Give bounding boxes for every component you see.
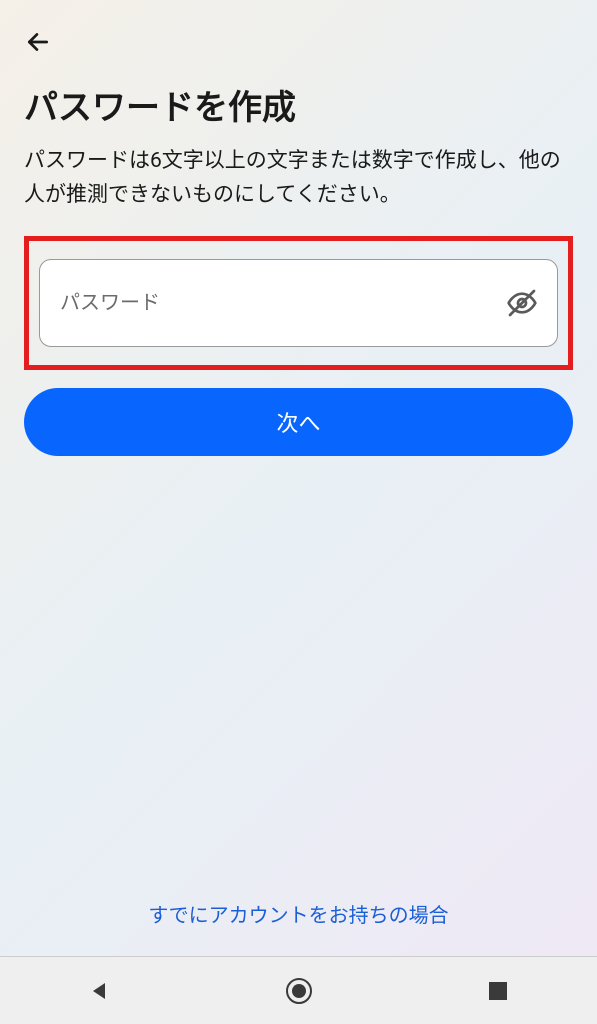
system-navigation-bar <box>0 956 597 1024</box>
back-arrow-icon[interactable] <box>24 28 52 56</box>
password-highlight-box <box>24 236 573 370</box>
password-input-wrapper[interactable] <box>39 259 558 347</box>
existing-account-link[interactable]: すでにアカウントをお持ちの場合 <box>24 899 573 928</box>
page-title: パスワードを作成 <box>24 80 573 129</box>
nav-home-icon[interactable] <box>269 961 329 1021</box>
next-button[interactable]: 次へ <box>24 388 573 456</box>
nav-recent-icon[interactable] <box>468 961 528 1021</box>
eye-off-icon[interactable] <box>505 286 539 320</box>
password-input[interactable] <box>60 292 501 315</box>
page-description: パスワードは6文字以上の文字または数字で作成し、他の人が推測できないものにしてく… <box>24 145 573 212</box>
nav-back-icon[interactable] <box>70 961 130 1021</box>
